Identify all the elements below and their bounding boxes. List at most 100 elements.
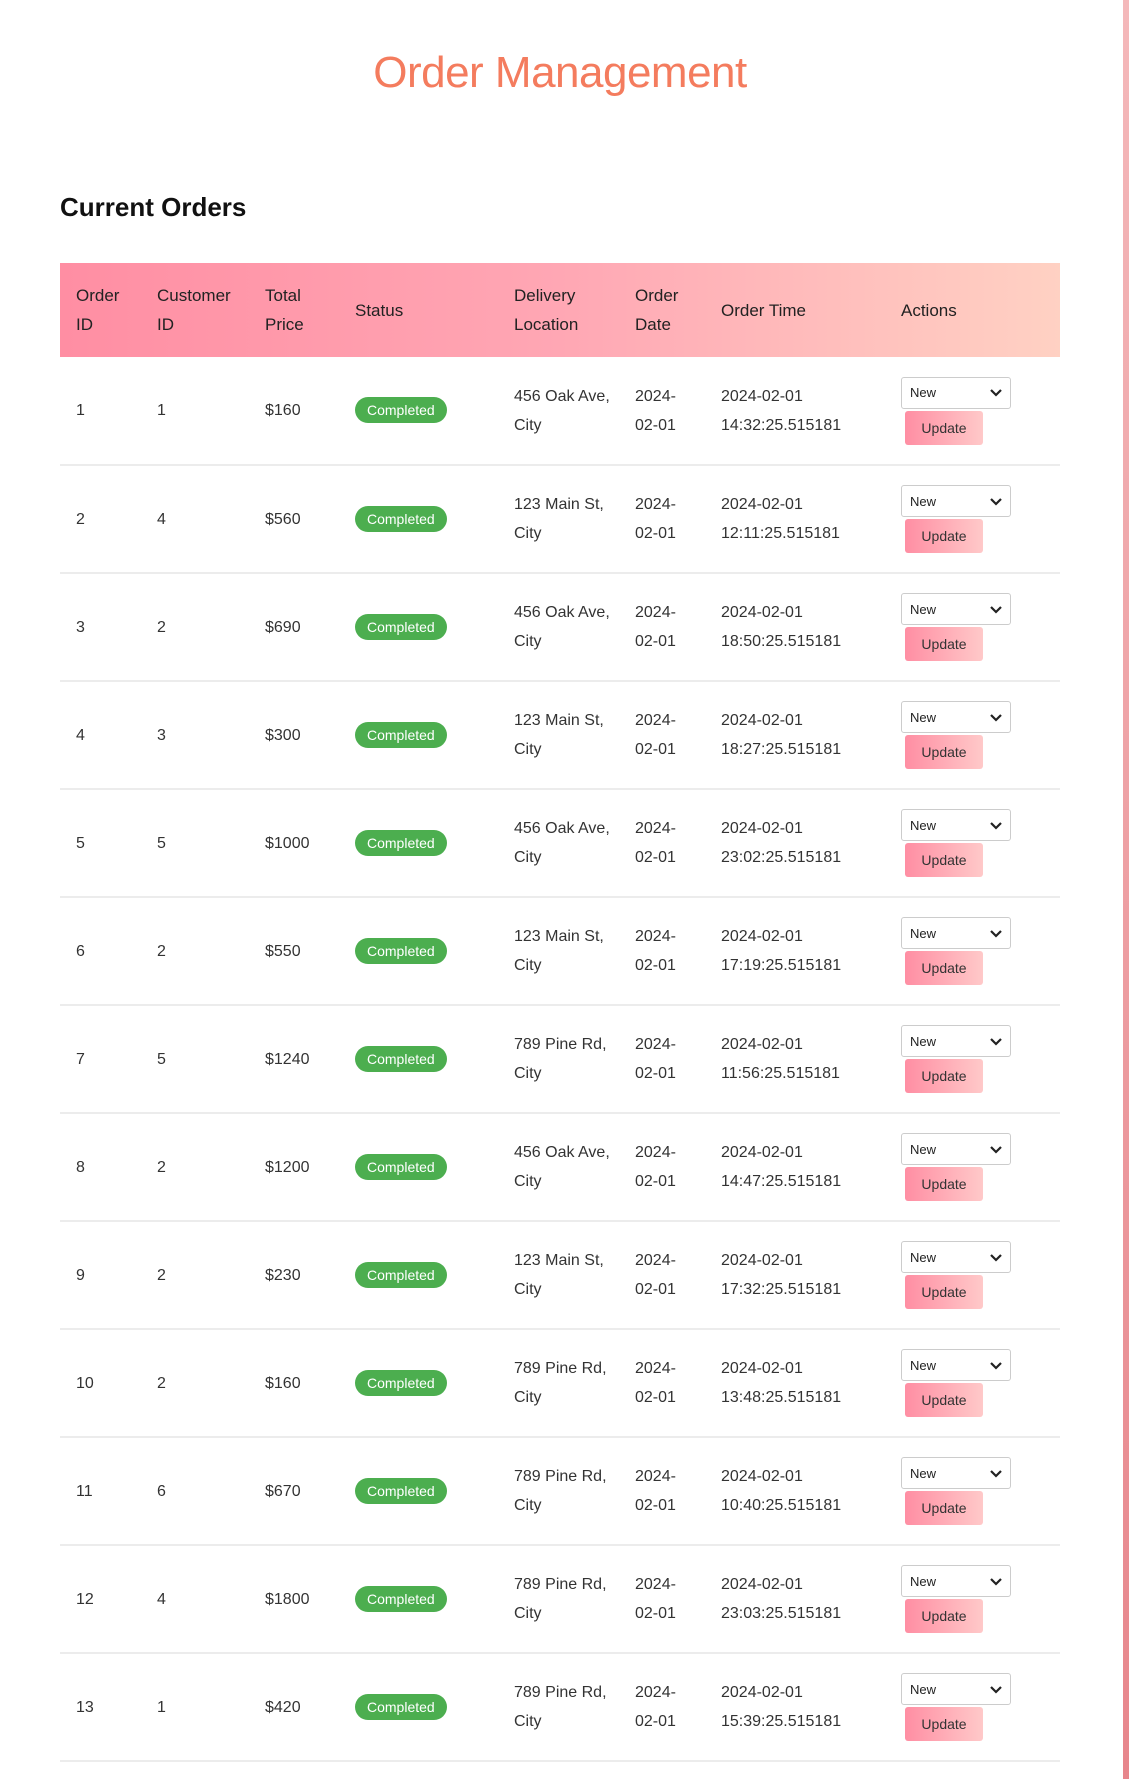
cell-delivery-location: 456 Oak Ave, City — [498, 789, 619, 898]
cell-order-id: 7 — [60, 1005, 141, 1114]
status-select[interactable]: New — [901, 376, 1011, 409]
cell-status: Completed — [339, 897, 498, 1006]
header-actions: Actions — [901, 300, 957, 320]
cell-customer-id: 1 — [141, 1653, 249, 1762]
cell-total-price: $550 — [249, 897, 339, 1006]
status-select[interactable]: New — [901, 1133, 1011, 1165]
cell-status: Completed — [339, 573, 498, 682]
cell-order-id: 3 — [60, 573, 141, 682]
chevron-down-icon — [990, 1675, 1002, 1704]
update-button[interactable]: Update — [905, 1491, 983, 1525]
update-button[interactable]: Update — [905, 1599, 983, 1633]
update-button[interactable]: Update — [905, 843, 983, 877]
status-select[interactable]: New — [901, 1241, 1011, 1273]
chevron-down-icon — [990, 1135, 1002, 1164]
cell-delivery-location: 789 Pine Rd, City — [498, 1329, 619, 1438]
status-select[interactable]: New — [901, 593, 1011, 625]
header-order-id: Order ID — [76, 286, 120, 334]
cell-order-time: 2024-02-01 13:48:25.515181 — [705, 1329, 885, 1438]
cell-order-time: 2024-02-01 18:50:25.515181 — [705, 573, 885, 682]
chevron-down-icon — [990, 1027, 1002, 1056]
update-button[interactable]: Update — [905, 1275, 983, 1309]
cell-customer-id: 4 — [141, 1545, 249, 1654]
status-select[interactable]: New — [901, 1565, 1011, 1597]
header-order-time: Order Time — [721, 300, 807, 320]
status-select-value: New — [910, 601, 937, 617]
update-button[interactable]: Update — [905, 1707, 983, 1741]
cell-actions: New Update — [885, 897, 1060, 1006]
update-button[interactable]: Update — [905, 1383, 983, 1417]
cell-customer-id: 2 — [141, 1221, 249, 1330]
cell-order-time: 2024-02-01 18:27:25.515181 — [705, 681, 885, 790]
update-button[interactable]: Update — [905, 735, 983, 769]
status-select-value: New — [910, 925, 937, 941]
chevron-down-icon — [990, 378, 1002, 407]
table-row: 7 5 $1240 Completed 789 Pine Rd, City 2024-02… — [60, 1005, 1060, 1114]
cell-status: Completed — [339, 1329, 498, 1438]
cell-order-id: 12 — [60, 1545, 141, 1654]
cell-actions: New Update — [885, 573, 1060, 682]
cell-order-date: 2024-02-01 — [619, 1329, 705, 1438]
cell-customer-id: 2 — [141, 1329, 249, 1438]
cell-order-date: 2024-02-01 — [619, 1437, 705, 1546]
table-header-row: Order ID Customer ID Total Price Status … — [60, 263, 1060, 357]
cell-total-price: $560 — [249, 465, 339, 574]
cell-order-date: 2024-02-01 — [619, 1545, 705, 1654]
cell-order-date: 2024-02-01 — [619, 1653, 705, 1762]
cell-actions: New Update — [885, 1113, 1060, 1222]
status-select[interactable]: New — [901, 1025, 1011, 1057]
status-select[interactable]: New — [901, 1457, 1011, 1489]
chevron-down-icon — [990, 595, 1002, 624]
header-delivery-location: Delivery Location — [514, 286, 579, 334]
cell-order-id: 10 — [60, 1329, 141, 1438]
cell-actions: New Update — [885, 1545, 1060, 1654]
status-select[interactable]: New — [901, 1673, 1011, 1705]
cell-customer-id: 5 — [141, 789, 249, 898]
cell-order-date: 2024-02-01 — [619, 1221, 705, 1330]
status-select[interactable]: New — [901, 917, 1011, 949]
cell-customer-id: 5 — [141, 1005, 249, 1114]
cell-order-id: 5 — [60, 789, 141, 898]
cell-actions: New Update — [885, 1329, 1060, 1438]
update-button[interactable]: Update — [905, 1059, 983, 1093]
status-select[interactable]: New — [901, 701, 1011, 733]
cell-order-time: 2024-02-01 23:02:25.515181 — [705, 789, 885, 898]
status-select-value: New — [910, 1141, 937, 1157]
cell-order-id: 8 — [60, 1113, 141, 1222]
cell-total-price: $160 — [249, 1329, 339, 1438]
status-badge: Completed — [355, 721, 447, 748]
page-container: Order Management Current Orders Order ID… — [60, 0, 1060, 1762]
chevron-down-icon — [990, 919, 1002, 948]
cell-total-price: $1240 — [249, 1005, 339, 1114]
cell-customer-id: 1 — [141, 357, 249, 466]
cell-status: Completed — [339, 1005, 498, 1114]
cell-delivery-location: 123 Main St, City — [498, 897, 619, 1006]
header-total-price: Total Price — [265, 286, 304, 334]
cell-actions: New Update — [885, 789, 1060, 898]
update-button[interactable]: Update — [905, 410, 983, 445]
cell-customer-id: 6 — [141, 1437, 249, 1546]
cell-order-id: 13 — [60, 1653, 141, 1762]
cell-delivery-location: 456 Oak Ave, City — [498, 573, 619, 682]
cell-order-time: 2024-02-01 10:40:25.515181 — [705, 1437, 885, 1546]
update-button[interactable]: Update — [905, 627, 983, 661]
table-body: 1 1 $160 Completed 456 Oak Ave, City 2024-02-… — [60, 357, 1060, 1762]
status-select[interactable]: New — [901, 809, 1011, 841]
update-button[interactable]: Update — [905, 951, 983, 985]
cell-order-date: 2024-02-01 — [619, 789, 705, 898]
status-badge: Completed — [355, 1693, 447, 1720]
update-button[interactable]: Update — [905, 1167, 983, 1201]
table-row: 6 2 $550 Completed 123 Main St, City 2024-02-… — [60, 897, 1060, 1006]
update-button[interactable]: Update — [905, 519, 983, 553]
status-select-value: New — [910, 1357, 937, 1373]
cell-customer-id: 2 — [141, 1113, 249, 1222]
cell-status: Completed — [339, 465, 498, 574]
orders-table: Order ID Customer ID Total Price Status … — [60, 263, 1060, 1762]
cell-actions: New Update — [885, 1005, 1060, 1114]
status-select[interactable]: New — [901, 485, 1011, 517]
table-row: 4 3 $300 Completed 123 Main St, City 2024-02-… — [60, 681, 1060, 790]
cell-order-date: 2024-02-01 — [619, 357, 705, 466]
status-badge: Completed — [355, 397, 447, 423]
cell-order-time: 2024-02-01 14:32:25.515181 — [705, 357, 885, 466]
status-select[interactable]: New — [901, 1349, 1011, 1381]
